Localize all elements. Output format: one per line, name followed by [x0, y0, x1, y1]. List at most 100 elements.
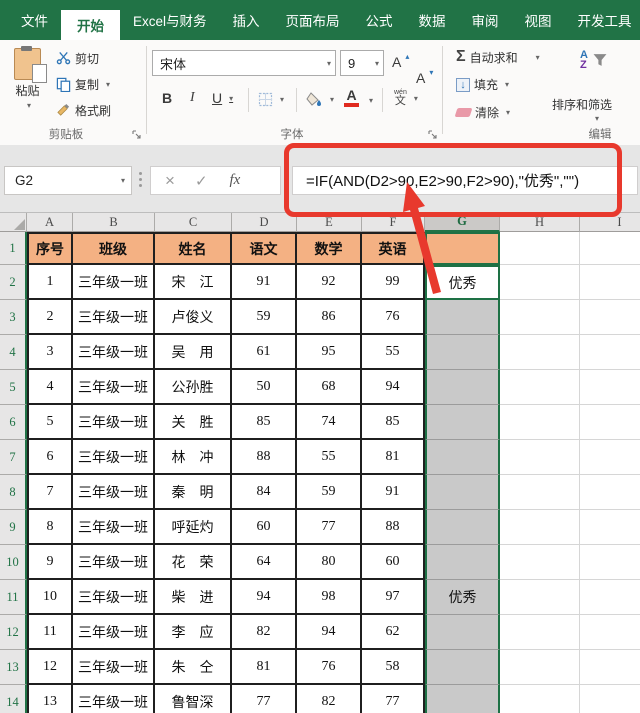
autosum-button[interactable]: Σ 自动求和 ▾	[456, 48, 540, 66]
name-box[interactable]: G2 ▾	[4, 166, 132, 195]
sort-filter-dropdown-icon[interactable]: ▾	[595, 114, 599, 123]
cell-F7[interactable]: 81	[362, 440, 425, 475]
cell-H13[interactable]	[500, 650, 580, 685]
cell-A11[interactable]: 10	[27, 580, 73, 615]
cell-I13[interactable]	[580, 650, 640, 685]
cell-B10[interactable]: 三年级一班	[73, 545, 155, 580]
cell-E11[interactable]: 98	[297, 580, 362, 615]
cell-E3[interactable]: 86	[297, 300, 362, 335]
phonetic-guide-button[interactable]: wén 文 ▾	[394, 89, 418, 107]
cell-I14[interactable]	[580, 685, 640, 713]
cell-I4[interactable]	[580, 335, 640, 370]
cell-C6[interactable]: 关 胜	[155, 405, 232, 440]
cell-H5[interactable]	[500, 370, 580, 405]
cell-B13[interactable]: 三年级一班	[73, 650, 155, 685]
cell-H14[interactable]	[500, 685, 580, 713]
cell-H2[interactable]	[500, 265, 580, 300]
tab-Excel与财务[interactable]: Excel与财务	[120, 0, 220, 40]
tab-视图[interactable]: 视图	[512, 0, 565, 40]
cell-F2[interactable]: 99	[362, 265, 425, 300]
cell-B3[interactable]: 三年级一班	[73, 300, 155, 335]
col-header-G[interactable]: G	[425, 213, 500, 232]
cell-B9[interactable]: 三年级一班	[73, 510, 155, 545]
cell-E12[interactable]: 94	[297, 615, 362, 650]
cell-F11[interactable]: 97	[362, 580, 425, 615]
cell-B14[interactable]: 三年级一班	[73, 685, 155, 713]
font-color-dropdown-icon[interactable]: ▾	[369, 96, 373, 105]
paste-button[interactable]: 粘贴 ▾	[14, 46, 47, 110]
cell-C2[interactable]: 宋 江	[155, 265, 232, 300]
shrink-font-button[interactable]: A ▾	[416, 68, 640, 87]
cell-H4[interactable]	[500, 335, 580, 370]
cell-E13[interactable]: 76	[297, 650, 362, 685]
tab-数据[interactable]: 数据	[406, 0, 459, 40]
row-header-3[interactable]: 3	[0, 300, 27, 335]
row-header-8[interactable]: 8	[0, 475, 27, 510]
borders-button[interactable]: ▾	[258, 92, 284, 107]
enter-icon[interactable]: ✓	[195, 172, 208, 190]
cell-F13[interactable]: 58	[362, 650, 425, 685]
cell-I11[interactable]	[580, 580, 640, 615]
cell-G6[interactable]	[425, 405, 500, 440]
col-header-F[interactable]: F	[362, 213, 425, 232]
cut-button[interactable]: 剪切	[56, 50, 99, 67]
col-header-A[interactable]: A	[27, 213, 73, 232]
cell-E14[interactable]: 82	[297, 685, 362, 713]
cell-D3[interactable]: 59	[232, 300, 297, 335]
formula-bar-splitter[interactable]	[139, 172, 142, 187]
cell-G9[interactable]	[425, 510, 500, 545]
row-header-5[interactable]: 5	[0, 370, 27, 405]
cell-I3[interactable]	[580, 300, 640, 335]
name-box-dropdown-icon[interactable]: ▾	[121, 176, 125, 185]
cell-E8[interactable]: 59	[297, 475, 362, 510]
cell-C14[interactable]: 鲁智深	[155, 685, 232, 713]
cell-G13[interactable]	[425, 650, 500, 685]
cell-B6[interactable]: 三年级一班	[73, 405, 155, 440]
fill-dropdown-icon[interactable]: ▾	[505, 80, 509, 89]
paste-dropdown-icon[interactable]: ▾	[27, 101, 31, 110]
select-all-corner[interactable]	[0, 213, 27, 232]
cell-D5[interactable]: 50	[232, 370, 297, 405]
cell-G11[interactable]: 优秀	[425, 580, 500, 615]
cell-G4[interactable]	[425, 335, 500, 370]
cell-H11[interactable]	[500, 580, 580, 615]
cell-C5[interactable]: 公孙胜	[155, 370, 232, 405]
tab-开始[interactable]: 开始	[61, 10, 120, 40]
tab-开发工具[interactable]: 开发工具	[565, 0, 640, 40]
cell-E4[interactable]: 95	[297, 335, 362, 370]
cell-I7[interactable]	[580, 440, 640, 475]
cell-G3[interactable]	[425, 300, 500, 335]
cell-A2[interactable]: 1	[27, 265, 73, 300]
cell-G12[interactable]	[425, 615, 500, 650]
cell-F10[interactable]: 60	[362, 545, 425, 580]
cell-C9[interactable]: 呼延灼	[155, 510, 232, 545]
tab-审阅[interactable]: 审阅	[459, 0, 512, 40]
cell-E6[interactable]: 74	[297, 405, 362, 440]
cell-F8[interactable]: 91	[362, 475, 425, 510]
cell-C8[interactable]: 秦 明	[155, 475, 232, 510]
col-header-I[interactable]: I	[580, 213, 640, 232]
cell-G7[interactable]	[425, 440, 500, 475]
cell-F12[interactable]: 62	[362, 615, 425, 650]
row-header-13[interactable]: 13	[0, 650, 27, 685]
col-header-E[interactable]: E	[297, 213, 362, 232]
underline-button[interactable]: U ▾	[212, 90, 233, 106]
cell-A6[interactable]: 5	[27, 405, 73, 440]
cancel-icon[interactable]: ×	[165, 171, 175, 191]
cell-A12[interactable]: 11	[27, 615, 73, 650]
font-color-button[interactable]: A	[344, 88, 359, 107]
col-header-C[interactable]: C	[155, 213, 232, 232]
row-header-6[interactable]: 6	[0, 405, 27, 440]
cell-C10[interactable]: 花 荣	[155, 545, 232, 580]
cell-A1[interactable]: 序号	[27, 232, 73, 265]
cell-I6[interactable]	[580, 405, 640, 440]
cell-F9[interactable]: 88	[362, 510, 425, 545]
cell-B4[interactable]: 三年级一班	[73, 335, 155, 370]
cell-B2[interactable]: 三年级一班	[73, 265, 155, 300]
row-header-1[interactable]: 1	[0, 232, 27, 265]
cell-H6[interactable]	[500, 405, 580, 440]
cell-E5[interactable]: 68	[297, 370, 362, 405]
cell-C1[interactable]: 姓名	[155, 232, 232, 265]
cell-C12[interactable]: 李 应	[155, 615, 232, 650]
cell-A8[interactable]: 7	[27, 475, 73, 510]
